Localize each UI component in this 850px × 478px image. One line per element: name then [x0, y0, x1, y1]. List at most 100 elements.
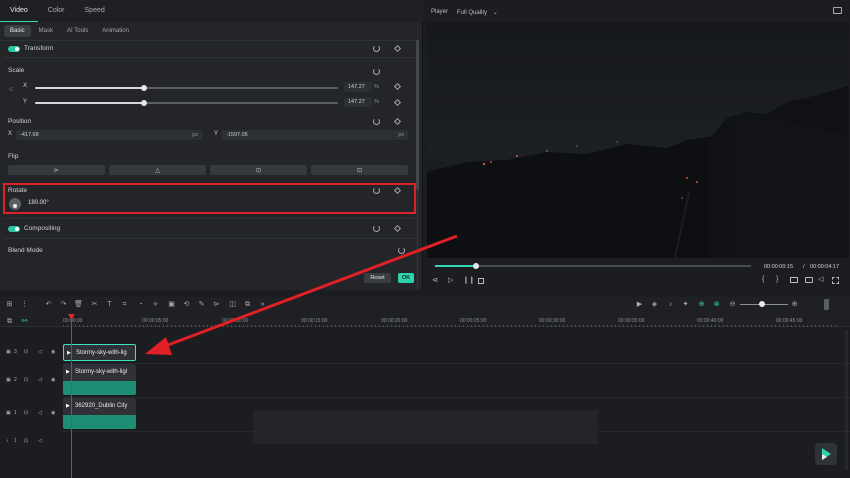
clip-stormy-sky-track2[interactable]: Stormy-sky-with-ligl	[63, 364, 136, 381]
compositing-toggle[interactable]	[8, 226, 20, 232]
transition-icon[interactable]: ⟡	[151, 300, 160, 309]
mark-in-icon[interactable]: {	[762, 276, 764, 283]
transform-reset-icon[interactable]	[373, 45, 380, 52]
position-x-input[interactable]: -417.68 px	[16, 130, 202, 140]
zoom-in-icon[interactable]: ⊕	[790, 300, 799, 309]
snapshot-tool-icon[interactable]: ▣	[167, 300, 176, 309]
position-x-unit: px	[192, 132, 198, 138]
progress-track[interactable]	[435, 265, 751, 267]
blend-mode-reset-icon[interactable]	[398, 247, 405, 254]
flip-vertical-button[interactable]: △	[109, 165, 206, 175]
track-number: 2	[14, 377, 17, 383]
transform-toggle[interactable]	[8, 46, 20, 52]
snapshot-icon[interactable]	[805, 277, 813, 283]
eye-icon[interactable]: ◉	[51, 410, 55, 416]
keyframe-tool-icon[interactable]: ◫	[228, 300, 237, 309]
stop-icon[interactable]	[478, 278, 484, 284]
link-icon[interactable]: ⊂	[9, 86, 14, 93]
mic-icon[interactable]: ♪	[666, 300, 675, 309]
position-y-value: -1597.05	[226, 132, 248, 138]
lock-icon[interactable]: ⊡	[24, 438, 28, 444]
drop-zone[interactable]	[253, 410, 598, 444]
transform-keyframe-icon[interactable]	[393, 44, 402, 53]
snapshot-image-icon[interactable]	[833, 7, 842, 14]
tab-video[interactable]: Video	[0, 0, 38, 22]
stabilize-icon[interactable]: ⟲	[182, 300, 191, 309]
split-icon[interactable]: ⋮	[20, 300, 29, 309]
ruler-label-9: 00:00:45:00	[776, 318, 803, 324]
audio-icon[interactable]: ◁	[818, 275, 823, 283]
lock-icon[interactable]: ⊡	[24, 349, 28, 355]
subtab-ai-tools[interactable]: AI Tools	[61, 25, 94, 37]
scale-y-keyframe-icon[interactable]	[393, 98, 402, 107]
tab-color[interactable]: Color	[38, 0, 75, 22]
playhead-line[interactable]	[71, 318, 72, 478]
scale-reset-icon[interactable]	[373, 68, 380, 75]
clip-audio-track2[interactable]	[63, 381, 136, 395]
crop-icon[interactable]: ⌗	[120, 300, 129, 309]
properties-scrollbar[interactable]	[416, 40, 419, 288]
color-icon[interactable]: ✎	[197, 300, 206, 309]
scale-y-thumb[interactable]	[141, 100, 147, 106]
position-keyframe-icon[interactable]	[393, 117, 402, 126]
cut-icon[interactable]: ✂	[90, 300, 99, 309]
quality-select[interactable]: Full Quality ⌄	[457, 9, 498, 16]
speaker-icon[interactable]: ◁	[38, 349, 42, 355]
text-icon[interactable]: T	[105, 300, 114, 309]
progress-thumb[interactable]	[473, 263, 479, 269]
scale-x-input[interactable]: 147.27	[344, 82, 372, 92]
clip-audio-track1[interactable]	[63, 415, 136, 429]
position-reset-icon[interactable]	[373, 118, 380, 125]
panel-toggle-icon[interactable]	[824, 299, 829, 310]
speaker-icon[interactable]: ◁	[38, 410, 42, 416]
delete-icon[interactable]: 🗑	[74, 300, 83, 309]
link-track-icon[interactable]: ⊗	[712, 300, 721, 309]
eye-icon[interactable]: ◉	[51, 377, 55, 383]
rotate-left-button[interactable]: ⊡	[210, 165, 307, 175]
subtab-animation[interactable]: Animation	[96, 25, 135, 37]
speaker-icon[interactable]: ◁	[38, 438, 42, 444]
clip-stormy-sky-track3[interactable]: Stormy-sky-with-lig	[63, 344, 136, 361]
divider	[4, 218, 414, 219]
magnet-icon[interactable]: ⊕	[697, 300, 706, 309]
zoom-out-icon[interactable]: ⊖	[728, 300, 737, 309]
clip-dublin-city[interactable]: 362920_Dublin City	[63, 398, 136, 415]
link-clips-icon[interactable]: ⚯	[20, 317, 29, 326]
zoom-slider-thumb[interactable]	[759, 301, 765, 307]
subtab-basic[interactable]: Basic	[4, 25, 31, 37]
speaker-icon[interactable]: ◁	[38, 377, 42, 383]
mask-tool-icon[interactable]: ⧉	[243, 300, 252, 309]
compositing-keyframe-icon[interactable]	[393, 224, 402, 233]
compositing-reset-icon[interactable]	[373, 225, 380, 232]
ok-button[interactable]: OK	[398, 273, 414, 283]
flip-horizontal-button[interactable]: ⊳	[8, 165, 105, 175]
scale-x-thumb[interactable]	[141, 85, 147, 91]
fullscreen-icon[interactable]	[832, 277, 839, 284]
subtab-mask[interactable]: Mask	[33, 25, 59, 37]
eye-icon[interactable]: ◉	[51, 349, 55, 355]
timeline-scrollbar[interactable]	[845, 330, 848, 470]
reset-button[interactable]: Reset	[364, 273, 391, 283]
pause-icon[interactable]: ❙❙	[463, 276, 475, 284]
rotate-right-button[interactable]: ⊡	[311, 165, 408, 175]
marker-icon[interactable]: ⊳	[212, 300, 221, 309]
add-track-icon[interactable]: ⧉	[5, 317, 14, 326]
lock-icon[interactable]: ⊡	[24, 377, 28, 383]
scale-y-input[interactable]: 147.27	[344, 97, 372, 107]
more-tools-icon[interactable]: »	[258, 300, 267, 309]
undo-icon[interactable]: ↶	[44, 300, 53, 309]
mark-out-icon[interactable]: }	[776, 276, 778, 283]
tab-speed[interactable]: Speed	[75, 0, 115, 22]
ai-icon[interactable]: ✦	[681, 300, 690, 309]
prev-frame-icon[interactable]: ⊲	[432, 276, 438, 284]
lock-icon[interactable]: ⊡	[24, 410, 28, 416]
render-icon[interactable]: ▶	[635, 300, 644, 309]
shield-icon[interactable]: ◈	[650, 300, 659, 309]
speed-icon[interactable]: ◔	[136, 300, 145, 309]
play-icon[interactable]: ▷	[448, 276, 453, 284]
layout-icon[interactable]: ⊞	[5, 300, 14, 309]
redo-icon[interactable]: ↷	[59, 300, 68, 309]
scale-x-keyframe-icon[interactable]	[393, 82, 402, 91]
display-icon[interactable]	[790, 277, 798, 283]
position-y-input[interactable]: -1597.05 px	[222, 130, 408, 140]
